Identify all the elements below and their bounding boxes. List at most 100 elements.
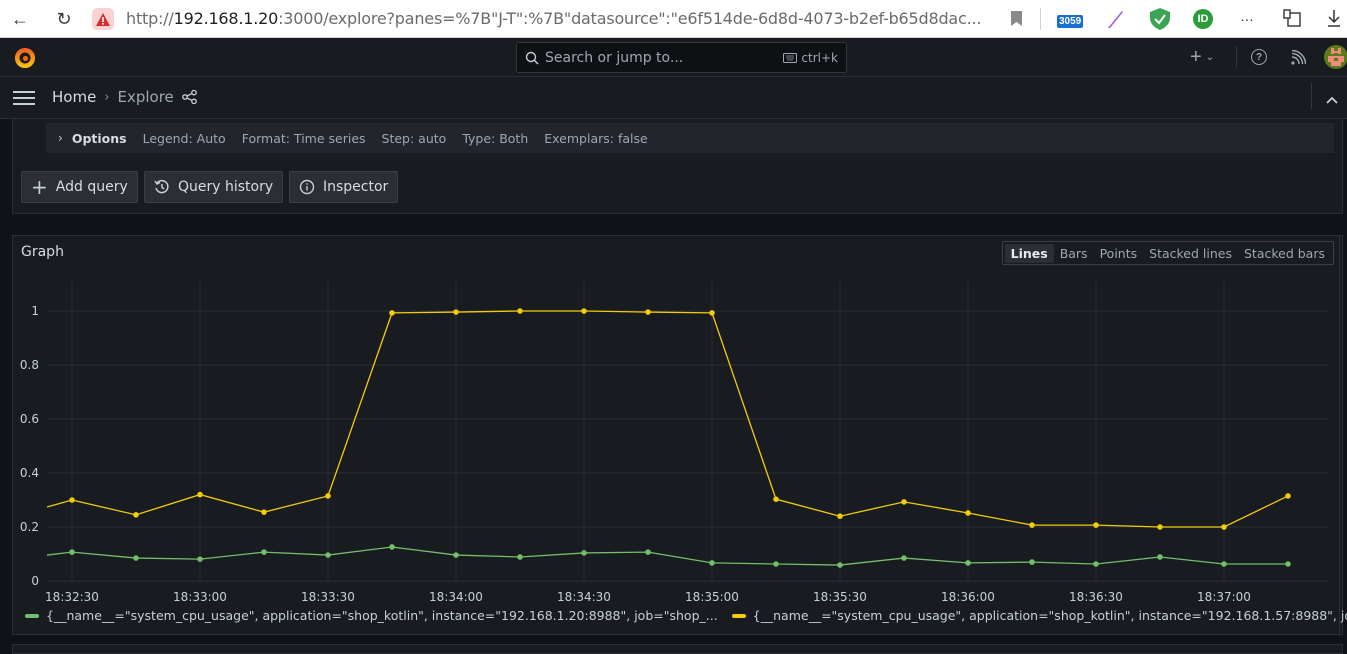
back-arrow-icon[interactable]: ←: [10, 9, 30, 29]
y-tick-label: 0.8: [20, 358, 39, 372]
data-point: [709, 560, 715, 566]
data-point: [69, 497, 75, 503]
data-point: [1285, 561, 1291, 567]
graph-panel: Graph Lines Bars Points Stacked lines Stacke…: [12, 235, 1347, 636]
data-point: [1093, 522, 1099, 528]
x-tick-label: 18:34:00: [429, 590, 483, 604]
keyboard-icon: [783, 52, 798, 63]
user-avatar[interactable]: [1324, 45, 1347, 69]
data-point: [709, 310, 715, 316]
breadcrumb-home[interactable]: Home: [52, 88, 96, 106]
data-point: [1157, 554, 1163, 560]
id-extension-icon[interactable]: ID: [1193, 9, 1213, 29]
panel-scrollbar[interactable]: [1339, 236, 1340, 636]
x-tick-label: 18:35:30: [813, 590, 867, 604]
news-feed-icon[interactable]: [1291, 49, 1307, 70]
extension-counter[interactable]: 3059: [1057, 11, 1084, 29]
data-point: [645, 309, 651, 315]
data-point: [901, 499, 907, 505]
nav-divider: [1236, 46, 1237, 68]
y-tick-label: 0.6: [20, 412, 39, 426]
query-history-button[interactable]: Query history: [144, 171, 284, 203]
reload-icon[interactable]: ↻: [54, 9, 74, 29]
new-menu-button[interactable]: + ⌄: [1190, 46, 1214, 68]
time-series-chart[interactable]: 0 0.2 0.4 0.6 0.8 1 18:32:30 18:33:00 18:33:30 18…: [13, 236, 1344, 606]
history-icon: [154, 179, 169, 194]
data-point: [325, 552, 331, 558]
options-label: Options: [71, 130, 127, 146]
legend-item[interactable]: {__name__="system_cpu_usage", applicatio…: [25, 608, 718, 623]
breadcrumb-separator: ›: [104, 89, 110, 105]
option-type: Type: Both: [462, 130, 529, 146]
query-options-row[interactable]: › Options Legend: Auto Format: Time seri…: [46, 123, 1334, 153]
breadcrumbs-bar: Home › Explore: [0, 77, 1347, 119]
data-point: [1029, 559, 1035, 565]
search-box[interactable]: ctrl+k: [516, 42, 847, 73]
data-point: [645, 549, 651, 555]
menu-hamburger-icon[interactable]: [13, 91, 35, 110]
data-point: [261, 549, 267, 555]
y-tick-label: 0: [31, 574, 39, 588]
x-tick-label: 18:34:30: [557, 590, 611, 604]
download-icon[interactable]: [1327, 9, 1341, 32]
data-point: [837, 513, 843, 519]
data-point: [1221, 524, 1227, 530]
info-icon: [299, 179, 315, 195]
data-point: [197, 556, 203, 562]
legend-item[interactable]: {__name__="system_cpu_usage", applicatio…: [731, 608, 1347, 623]
add-query-button[interactable]: + Add query: [21, 171, 138, 203]
next-panel: [12, 644, 1343, 654]
data-point: [965, 510, 971, 516]
data-point: [517, 554, 523, 560]
plus-icon: +: [31, 175, 48, 199]
help-icon[interactable]: ?: [1251, 49, 1267, 65]
x-tick-label: 18:33:00: [173, 590, 227, 604]
x-tick-label: 18:36:30: [1069, 590, 1123, 604]
x-tick-label: 18:33:30: [301, 590, 355, 604]
data-point: [453, 309, 459, 315]
breadcrumb-divider: [1311, 83, 1312, 109]
grafana-top-nav: ctrl+k + ⌄ ?: [0, 38, 1347, 77]
option-step: Step: auto: [381, 130, 447, 146]
pen-extension-icon[interactable]: [1106, 9, 1124, 34]
breadcrumb: Home › Explore: [52, 88, 174, 106]
plus-icon: +: [1190, 46, 1202, 68]
address-bar[interactable]: http://192.168.1.20:3000/explore?panes=%…: [126, 9, 981, 28]
grafana-logo-icon[interactable]: [13, 46, 37, 75]
query-editor-panel: › Options Legend: Auto Format: Time seri…: [12, 119, 1343, 214]
toolbar-divider: [1040, 8, 1041, 30]
data-point: [69, 549, 75, 555]
y-tick-label: 0.4: [20, 466, 39, 480]
option-exemplars: Exemplars: false: [544, 130, 648, 146]
extensions-puzzle-icon[interactable]: [1283, 9, 1301, 32]
bookmark-icon[interactable]: [1011, 11, 1022, 26]
chart-legend: {__name__="system_cpu_usage", applicatio…: [25, 608, 1347, 623]
more-extensions-icon[interactable]: …: [1240, 8, 1254, 24]
data-point: [389, 544, 395, 550]
add-query-label: Add query: [55, 179, 128, 195]
browser-toolbar: ← ↻ http://192.168.1.20:3000/explore?pan…: [0, 0, 1347, 38]
shield-extension-icon[interactable]: [1150, 8, 1170, 35]
data-point: [837, 562, 843, 568]
data-point: [581, 550, 587, 556]
legend-swatch: [731, 613, 746, 618]
data-point: [133, 512, 139, 518]
data-point: [517, 308, 523, 314]
data-point: [901, 555, 907, 561]
option-legend: Legend: Auto: [142, 130, 226, 146]
data-point: [453, 552, 459, 558]
data-point: [773, 496, 779, 502]
inspector-button[interactable]: Inspector: [289, 171, 399, 203]
collapse-chevron-up-icon[interactable]: [1326, 91, 1338, 109]
search-icon: [525, 51, 539, 64]
y-tick-label: 0.2: [20, 520, 39, 534]
insecure-warning-icon[interactable]: [92, 8, 114, 30]
url-prefix: http://: [126, 9, 174, 28]
data-point: [773, 561, 779, 567]
share-icon[interactable]: [182, 89, 197, 109]
legend-swatch: [25, 613, 39, 618]
x-tick-label: 18:32:30: [45, 590, 99, 604]
search-input[interactable]: [545, 49, 784, 66]
explore-content: › Options Legend: Auto Format: Time seri…: [0, 119, 1347, 654]
breadcrumb-explore: Explore: [117, 88, 174, 106]
